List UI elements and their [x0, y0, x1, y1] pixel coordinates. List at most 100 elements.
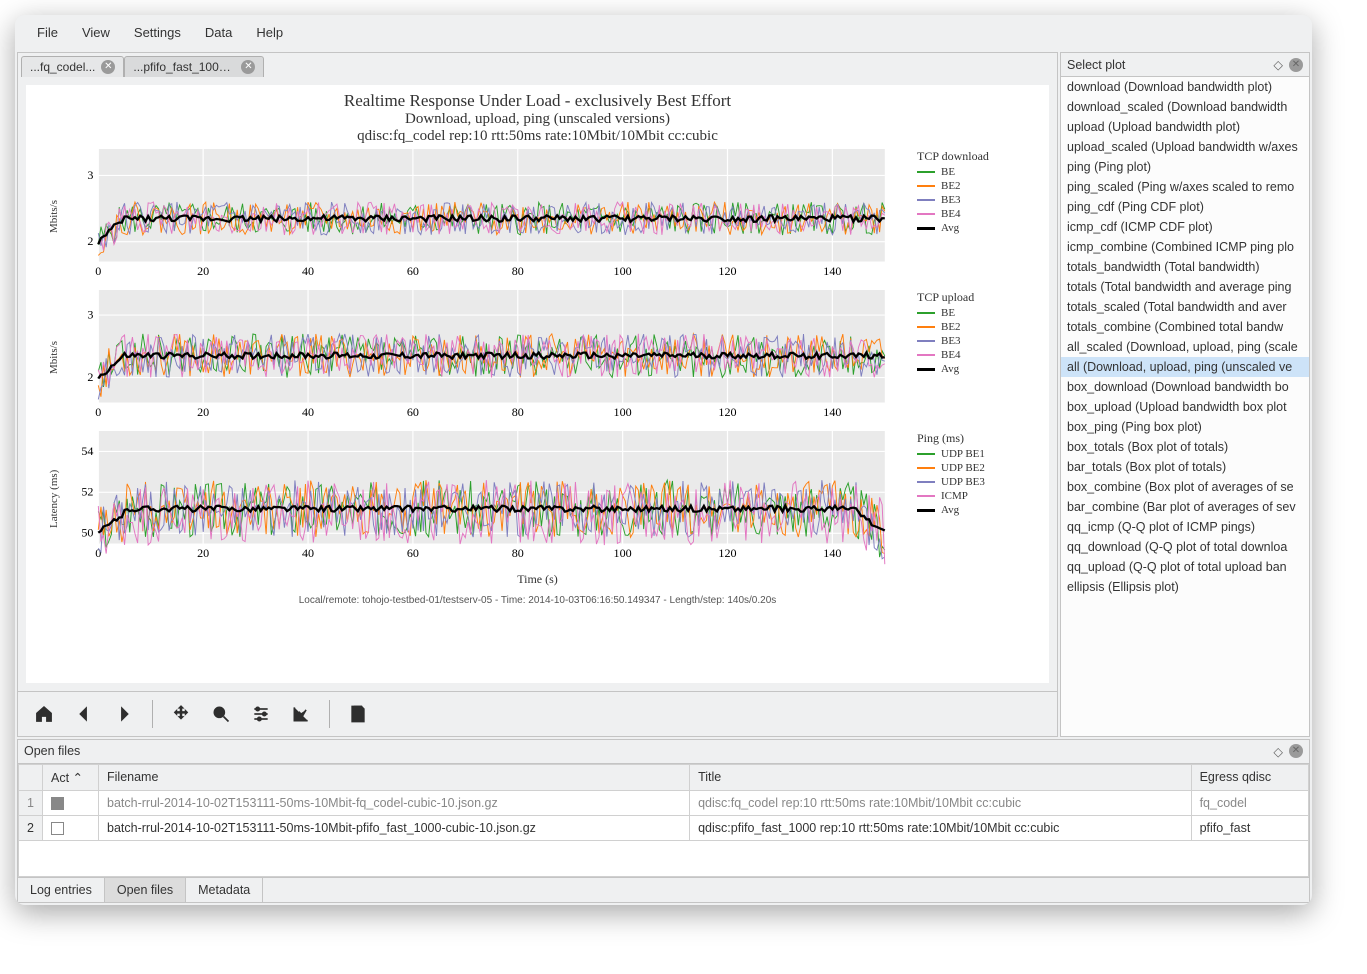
menu-settings[interactable]: Settings	[124, 21, 191, 44]
legend-label: BE3	[941, 335, 961, 347]
move-icon[interactable]	[163, 698, 199, 730]
legend-item: UDP BE3	[917, 476, 1029, 488]
bottom-tab[interactable]: Metadata	[186, 878, 263, 902]
legend-swatch	[917, 185, 935, 187]
plot-list-item[interactable]: box_upload (Upload bandwidth box plot	[1061, 397, 1309, 417]
legend-label: BE2	[941, 321, 961, 333]
tab-fq-codel[interactable]: ...fq_codel... ✕	[21, 56, 124, 77]
legend-swatch	[917, 467, 935, 469]
svg-text:2: 2	[87, 235, 93, 248]
active-checkbox[interactable]	[51, 797, 64, 810]
detach-icon[interactable]: ◇	[1273, 57, 1283, 72]
legend-title: TCP upload	[917, 290, 1029, 305]
plot-list-item[interactable]: box_totals (Box plot of totals)	[1061, 437, 1309, 457]
legend-label: Avg	[941, 222, 959, 234]
legend-label: ICMP	[941, 490, 968, 502]
svg-text:100: 100	[614, 406, 632, 419]
legend-item: Avg	[917, 504, 1029, 516]
legend-item: BE4	[917, 349, 1029, 361]
close-icon[interactable]: ✕	[241, 60, 255, 74]
close-icon[interactable]: ✕	[1289, 58, 1303, 72]
column-header[interactable]: Filename	[99, 764, 690, 790]
table-row[interactable]: 1batch-rrul-2014-10-02T153111-50ms-10Mbi…	[19, 790, 1309, 815]
legend-item: BE2	[917, 180, 1029, 192]
plot-list-item[interactable]: bar_combine (Bar plot of averages of sev	[1061, 497, 1309, 517]
zoom-icon[interactable]	[203, 698, 239, 730]
axis-box: 505254020406080100120140	[62, 431, 909, 566]
files-table-wrap: Act ⌃FilenameTitleEgress qdisc 1batch-rr…	[18, 764, 1309, 877]
axes-icon[interactable]	[283, 698, 319, 730]
plot-list-item[interactable]: qq_upload (Q-Q plot of total upload ban	[1061, 557, 1309, 577]
plot-list-item[interactable]: icmp_combine (Combined ICMP ping plo	[1061, 237, 1309, 257]
plot-list[interactable]: download (Download bandwidth plot)downlo…	[1061, 77, 1309, 736]
legend-item: UDP BE1	[917, 448, 1029, 460]
plot-list-item[interactable]: totals (Total bandwidth and average ping	[1061, 277, 1309, 297]
plot-list-item[interactable]: box_combine (Box plot of averages of se	[1061, 477, 1309, 497]
plot-list-item[interactable]: box_download (Download bandwidth bo	[1061, 377, 1309, 397]
menu-file[interactable]: File	[27, 21, 68, 44]
save-icon[interactable]	[340, 698, 376, 730]
close-icon[interactable]: ✕	[1289, 744, 1303, 758]
plot-list-item[interactable]: totals_combine (Combined total bandw	[1061, 317, 1309, 337]
bottom-tab[interactable]: Open files	[105, 878, 186, 902]
plot-list-item[interactable]: upload (Upload bandwidth plot)	[1061, 117, 1309, 137]
open-files-table: Act ⌃FilenameTitleEgress qdisc 1batch-rr…	[18, 764, 1309, 841]
menu-help[interactable]: Help	[246, 21, 293, 44]
cell-egress: fq_codel	[1191, 790, 1308, 815]
column-header[interactable]	[19, 764, 43, 790]
plot-list-item[interactable]: bar_totals (Box plot of totals)	[1061, 457, 1309, 477]
svg-text:50: 50	[81, 527, 93, 540]
legend: TCP downloadBEBE2BE3BE4Avg	[909, 149, 1029, 284]
chart-panel: Latency (ms)505254020406080100120140Ping…	[46, 431, 1029, 566]
svg-text:100: 100	[614, 265, 632, 278]
svg-text:52: 52	[81, 486, 93, 499]
plot-list-item[interactable]: all (Download, upload, ping (unscaled ve	[1061, 357, 1309, 377]
plot-list-item[interactable]: all_scaled (Download, upload, ping (scal…	[1061, 337, 1309, 357]
menu-view[interactable]: View	[72, 21, 120, 44]
plot-list-item[interactable]: qq_download (Q-Q plot of total downloa	[1061, 537, 1309, 557]
legend-item: ICMP	[917, 490, 1029, 502]
plot-list-item[interactable]: download (Download bandwidth plot)	[1061, 77, 1309, 97]
plot-tabs: ...fq_codel... ✕ ...pfifo_fast_1000... ✕	[18, 53, 1057, 77]
tab-pfifo-fast[interactable]: ...pfifo_fast_1000... ✕	[124, 56, 264, 77]
plot-list-item[interactable]: icmp_cdf (ICMP CDF plot)	[1061, 217, 1309, 237]
svg-text:80: 80	[512, 547, 524, 560]
legend-swatch	[917, 326, 935, 328]
legend-label: BE	[941, 307, 955, 319]
tab-label: ...fq_codel...	[30, 60, 95, 74]
plot-list-item[interactable]: ping (Ping plot)	[1061, 157, 1309, 177]
panel-header: Open files ◇ ✕	[18, 740, 1309, 764]
plot-list-item[interactable]: totals_bandwidth (Total bandwidth)	[1061, 257, 1309, 277]
table-row[interactable]: 2batch-rrul-2014-10-02T153111-50ms-10Mbi…	[19, 815, 1309, 840]
legend-label: Avg	[941, 363, 959, 375]
plot-list-item[interactable]: qq_icmp (Q-Q plot of ICMP pings)	[1061, 517, 1309, 537]
cell-filename: batch-rrul-2014-10-02T153111-50ms-10Mbit…	[99, 815, 690, 840]
cell-act	[43, 815, 99, 840]
active-checkbox[interactable]	[51, 822, 64, 835]
configure-icon[interactable]	[243, 698, 279, 730]
back-icon[interactable]	[66, 698, 102, 730]
forward-icon[interactable]	[106, 698, 142, 730]
column-header[interactable]: Act ⌃	[43, 764, 99, 790]
svg-text:20: 20	[197, 547, 209, 560]
svg-text:3: 3	[87, 169, 93, 182]
plot-list-item[interactable]: ping_cdf (Ping CDF plot)	[1061, 197, 1309, 217]
plot-list-item[interactable]: ellipsis (Ellipsis plot)	[1061, 577, 1309, 597]
legend-title: TCP download	[917, 149, 1029, 164]
plot-list-item[interactable]: totals_scaled (Total bandwidth and aver	[1061, 297, 1309, 317]
menu-data[interactable]: Data	[195, 21, 242, 44]
home-icon[interactable]	[26, 698, 62, 730]
column-header[interactable]: Title	[690, 764, 1191, 790]
menubar: File View Settings Data Help	[15, 15, 1312, 50]
chart-title-2: Download, upload, ping (unscaled version…	[26, 111, 1049, 128]
plot-list-item[interactable]: download_scaled (Download bandwidth	[1061, 97, 1309, 117]
bottom-tab[interactable]: Log entries	[18, 878, 105, 902]
y-axis-label: Mbits/s	[46, 290, 62, 425]
column-header[interactable]: Egress qdisc	[1191, 764, 1308, 790]
plot-list-item[interactable]: upload_scaled (Upload bandwidth w/axes	[1061, 137, 1309, 157]
detach-icon[interactable]: ◇	[1273, 744, 1283, 759]
close-icon[interactable]: ✕	[101, 60, 115, 74]
plot-list-item[interactable]: box_ping (Ping box plot)	[1061, 417, 1309, 437]
svg-text:40: 40	[302, 406, 314, 419]
plot-list-item[interactable]: ping_scaled (Ping w/axes scaled to remo	[1061, 177, 1309, 197]
